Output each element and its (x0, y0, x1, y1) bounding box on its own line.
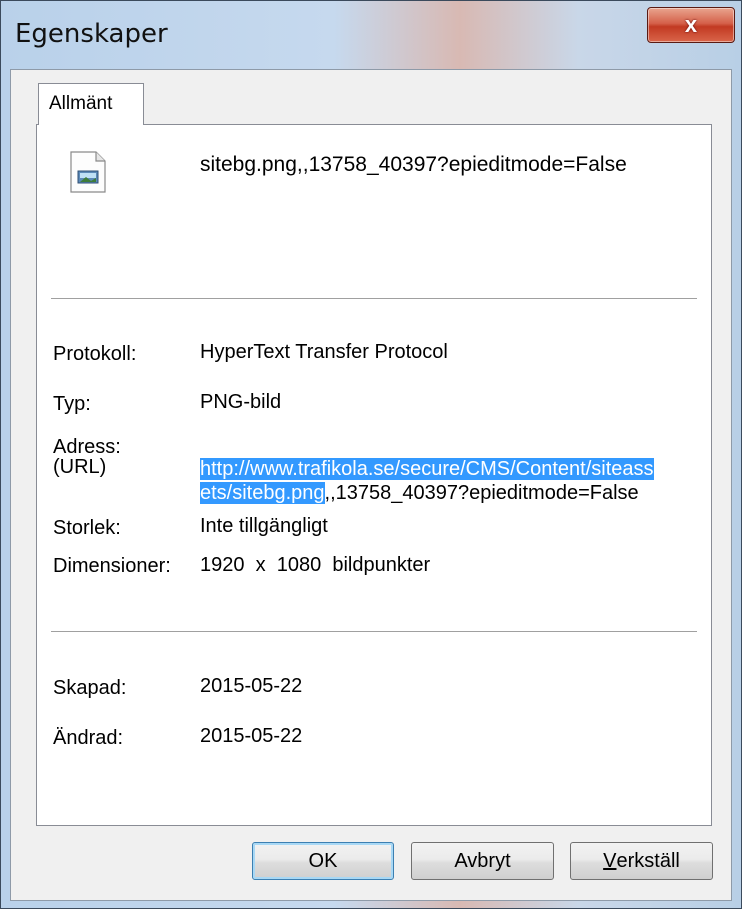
ok-button[interactable]: OK (252, 842, 394, 880)
created-label: Skapad: (53, 677, 127, 699)
size-value[interactable]: Inte tillgängligt (200, 515, 328, 538)
divider (51, 631, 697, 633)
modified-label: Ändrad: (53, 727, 124, 749)
apply-mnemonic: V (603, 849, 617, 872)
dimensions-value[interactable]: 1920 x 1080 bildpunkter (200, 554, 430, 577)
type-label: Typ: (53, 393, 91, 415)
address-label-line-1: Adress: (53, 436, 121, 458)
protocol-value[interactable]: HyperText Transfer Protocol (200, 341, 448, 364)
apply-label: erkställ (616, 849, 680, 872)
created-value[interactable]: 2015-05-22 (200, 675, 302, 698)
apply-button[interactable]: Verkställ (570, 842, 713, 880)
url-value[interactable]: http://www.trafikola.se/secure/CMS/Conte… (200, 457, 720, 505)
protocol-label: Protokoll: (53, 343, 137, 365)
title-bar[interactable]: Egenskaper x (1, 1, 741, 69)
close-button[interactable]: x (647, 7, 735, 43)
url-unselected: ,,13758_40397?epieditmode=False (324, 482, 639, 504)
file-name[interactable]: sitebg.png,,13758_40397?epieditmode=Fals… (200, 153, 627, 177)
dialog-body: Allmänt sitebg.png,,13758_40397?epieditm… (10, 69, 732, 901)
properties-dialog: Egenskaper x Allmänt sitebg.png,,13758_4… (0, 0, 742, 909)
cancel-button[interactable]: Avbryt (411, 842, 554, 880)
divider (51, 298, 697, 300)
tab-general-label: Allmänt (49, 93, 113, 114)
address-label: Adress: (URL) (53, 437, 121, 477)
url-selected-line-1: http://www.trafikola.se/secure/CMS/Conte… (200, 458, 654, 480)
type-value[interactable]: PNG-bild (200, 391, 281, 414)
tab-general[interactable]: Allmänt (38, 83, 144, 125)
url-selected-line-2: ets/sitebg.png (200, 482, 325, 504)
address-label-line-2: (URL) (53, 456, 107, 478)
dimensions-label: Dimensioner: (53, 555, 171, 577)
general-panel: sitebg.png,,13758_40397?epieditmode=Fals… (36, 124, 712, 826)
image-file-icon (70, 151, 106, 193)
close-icon: x (684, 12, 698, 37)
modified-value[interactable]: 2015-05-22 (200, 725, 302, 748)
window-title: Egenskaper (15, 19, 168, 49)
size-label: Storlek: (53, 517, 121, 539)
